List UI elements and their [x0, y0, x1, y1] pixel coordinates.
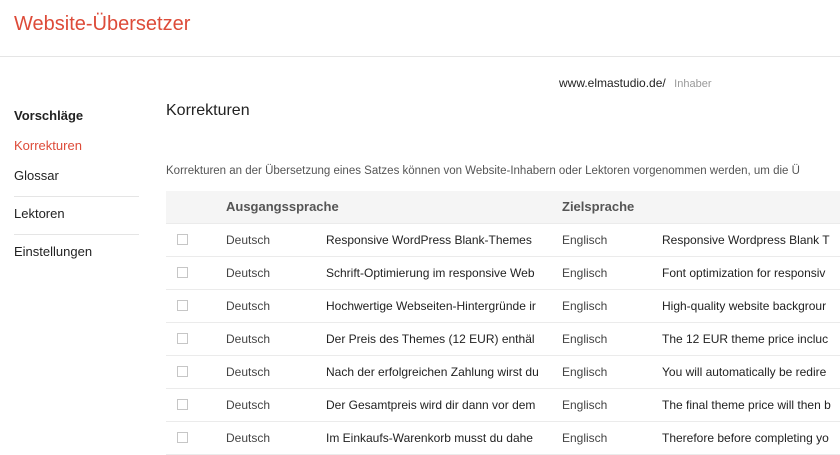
corrections-table: Ausgangssprache Zielsprache Deutsch Respo… — [166, 191, 840, 455]
row-checkbox[interactable] — [177, 267, 188, 278]
source-text-cell: Hochwertige Webseiten-Hintergründe ir — [326, 299, 536, 313]
site-role: Inhaber — [674, 78, 712, 90]
row-checkbox[interactable] — [177, 300, 188, 311]
app-title: Website-Übersetzer — [14, 13, 191, 35]
sidebar-divider — [14, 196, 139, 197]
target-text-cell: High-quality website backgrour — [662, 299, 827, 313]
table-row[interactable]: Deutsch Schrift-Optimierung im responsive… — [166, 257, 840, 290]
table-row[interactable]: Deutsch Im Einkaufs-Warenkorb musst du da… — [166, 422, 840, 455]
site-url[interactable]: www.elmastudio.de/ — [559, 76, 666, 90]
row-checkbox[interactable] — [177, 366, 188, 377]
target-text-cell: The 12 EUR theme price incluc — [662, 332, 829, 346]
header-divider — [0, 56, 840, 57]
table-header: Ausgangssprache Zielsprache — [166, 191, 840, 224]
source-text-cell: Der Gesamtpreis wird dir dann vor dem — [326, 398, 536, 412]
page-description: Korrekturen an der Übersetzung eines Sat… — [166, 165, 800, 177]
table-row[interactable]: Deutsch Responsive WordPress Blank-Themes… — [166, 224, 840, 257]
target-language-cell: Englisch — [562, 431, 608, 445]
row-checkbox[interactable] — [177, 333, 188, 344]
row-checkbox[interactable] — [177, 432, 188, 443]
source-language-cell: Deutsch — [226, 398, 271, 412]
sidebar: Vorschläge Korrekturen Glossar Lektoren … — [14, 106, 139, 260]
target-text-cell: The final theme price will then b — [662, 398, 831, 412]
row-checkbox[interactable] — [177, 399, 188, 410]
target-language-cell: Englisch — [562, 233, 608, 247]
source-language-cell: Deutsch — [226, 266, 271, 280]
target-language-cell: Englisch — [562, 299, 608, 313]
sidebar-divider — [14, 234, 139, 235]
source-language-cell: Deutsch — [226, 365, 271, 379]
site-info: www.elmastudio.de/ Inhaber — [559, 74, 711, 92]
target-text-cell: Font optimization for responsiv — [662, 266, 826, 280]
source-language-cell: Deutsch — [226, 233, 271, 247]
target-text-cell: Therefore before completing yo — [662, 431, 829, 445]
source-text-cell: Der Preis des Themes (12 EUR) enthäl — [326, 332, 535, 346]
column-header-source-language: Ausgangssprache — [226, 199, 339, 214]
source-language-cell: Deutsch — [226, 431, 271, 445]
target-language-cell: Englisch — [562, 398, 608, 412]
sidebar-item-korrekturen[interactable]: Korrekturen — [14, 137, 139, 154]
row-checkbox[interactable] — [177, 234, 188, 245]
target-language-cell: Englisch — [562, 365, 608, 379]
table-row[interactable]: Deutsch Der Gesamtpreis wird dir dann vor… — [166, 389, 840, 422]
sidebar-item-einstellungen[interactable]: Einstellungen — [14, 243, 139, 260]
table-row[interactable]: Deutsch Nach der erfolgreichen Zahlung wi… — [166, 356, 840, 389]
table-row[interactable]: Deutsch Hochwertige Webseiten-Hintergründ… — [166, 290, 840, 323]
source-text-cell: Responsive WordPress Blank-Themes — [326, 233, 532, 247]
target-text-cell: Responsive Wordpress Blank T — [662, 233, 830, 247]
source-text-cell: Schrift-Optimierung im responsive Web — [326, 266, 535, 280]
source-language-cell: Deutsch — [226, 299, 271, 313]
source-text-cell: Nach der erfolgreichen Zahlung wirst du — [326, 365, 539, 379]
sidebar-heading-vorschlaege[interactable]: Vorschläge — [14, 107, 139, 124]
target-language-cell: Englisch — [562, 266, 608, 280]
target-language-cell: Englisch — [562, 332, 608, 346]
target-text-cell: You will automatically be redire — [662, 365, 827, 379]
page-title: Korrekturen — [166, 102, 250, 119]
sidebar-item-glossar[interactable]: Glossar — [14, 167, 139, 184]
source-text-cell: Im Einkaufs-Warenkorb musst du dahe — [326, 431, 533, 445]
column-header-target-language: Zielsprache — [562, 199, 635, 214]
sidebar-item-lektoren[interactable]: Lektoren — [14, 205, 139, 222]
source-language-cell: Deutsch — [226, 332, 271, 346]
table-body: Deutsch Responsive WordPress Blank-Themes… — [166, 224, 840, 455]
table-row[interactable]: Deutsch Der Preis des Themes (12 EUR) ent… — [166, 323, 840, 356]
